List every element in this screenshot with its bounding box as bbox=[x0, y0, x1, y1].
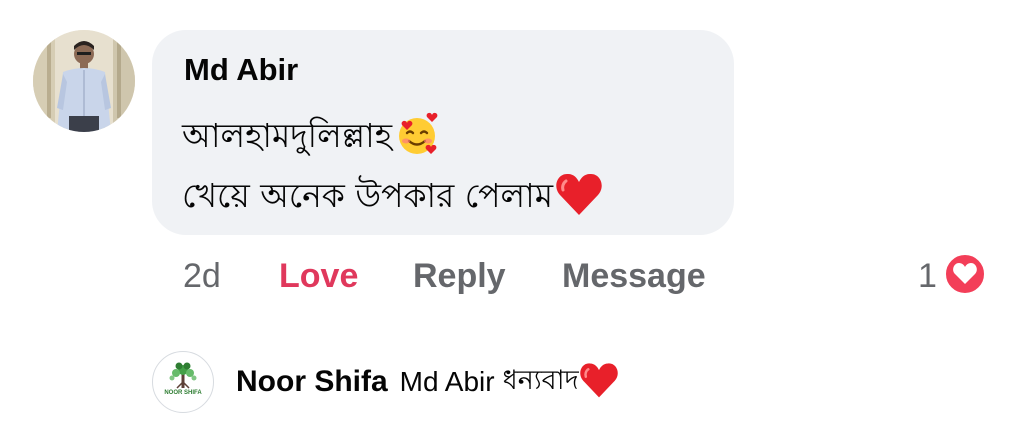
comment-text-1: আলহামদুলিল্লাহ bbox=[182, 116, 393, 155]
love-reaction-icon bbox=[943, 252, 987, 300]
reaction-count: 1 bbox=[918, 256, 937, 295]
comment-text-line-1: আলহামদুলিল্লাহ bbox=[182, 110, 440, 166]
reply-comment: NOOR SHIFA Noor Shifa Md Abir ধন্যবাদ bbox=[152, 351, 619, 413]
page-avatar[interactable]: NOOR SHIFA bbox=[152, 351, 214, 413]
comment-text-line-2: খেয়ে অনেক উপকার পেলাম bbox=[182, 170, 603, 226]
comment-author[interactable]: Md Abir bbox=[184, 52, 298, 88]
reply-button[interactable]: Reply bbox=[413, 254, 506, 298]
reply-author[interactable]: Noor Shifa bbox=[236, 365, 388, 399]
comment-text-2: খেয়ে অনেক উপকার পেলাম bbox=[182, 176, 554, 215]
comment-bubble: Md Abir আলহামদুলিল্লাহ খেয়ে অনেক উপকার … bbox=[152, 30, 734, 235]
red-heart-icon bbox=[555, 171, 603, 225]
comment-timestamp[interactable]: 2d bbox=[183, 254, 221, 298]
page-logo-text: NOOR SHIFA bbox=[164, 390, 202, 396]
love-button[interactable]: Love bbox=[279, 254, 358, 298]
tree-logo-icon bbox=[169, 362, 197, 389]
avatar[interactable] bbox=[33, 30, 135, 132]
avatar-photo bbox=[33, 30, 135, 132]
message-button[interactable]: Message bbox=[562, 254, 706, 298]
reply-text: ধন্যবাদ bbox=[502, 364, 579, 396]
reaction-summary[interactable]: 1 bbox=[918, 252, 987, 300]
reply-mention[interactable]: Md Abir bbox=[400, 366, 495, 398]
smiling-face-with-hearts-icon bbox=[394, 111, 440, 165]
red-heart-icon bbox=[579, 361, 619, 403]
